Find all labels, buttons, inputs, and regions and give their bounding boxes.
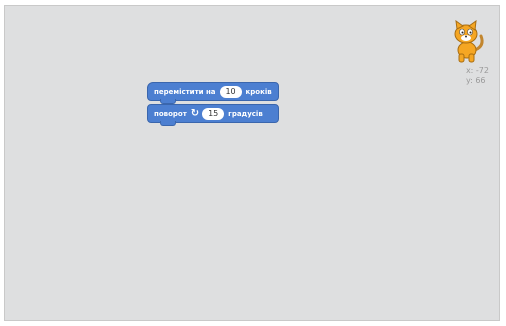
cat-sprite-icon[interactable] — [447, 19, 487, 64]
move-block-label: перемістити на — [154, 87, 216, 96]
x-value: -72 — [475, 66, 489, 75]
turn-right-icon: ↻ — [190, 107, 200, 119]
turn-degrees-block[interactable]: поворот ↻ 15 градусів — [147, 104, 279, 126]
script-stack[interactable]: перемістити на 10 кроків поворот ↻ 15 гр… — [147, 82, 279, 126]
y-label: y: — [465, 76, 473, 85]
turn-degrees-input[interactable]: 15 — [202, 107, 225, 120]
turn-block-suffix: градусів — [228, 109, 263, 118]
move-block-suffix: кроків — [245, 87, 272, 96]
sprite-coordinates: x: -72 y: 66 — [466, 66, 489, 86]
x-coordinate: x: -72 — [466, 66, 489, 76]
move-steps-input[interactable]: 10 — [219, 85, 242, 98]
scripts-area[interactable]: перемістити на 10 кроків поворот ↻ 15 гр… — [4, 5, 500, 321]
move-steps-block[interactable]: перемістити на 10 кроків — [147, 82, 279, 104]
y-value: 66 — [475, 76, 486, 85]
turn-block-label: поворот — [154, 109, 187, 118]
x-label: x: — [465, 66, 474, 75]
y-coordinate: y: 66 — [466, 76, 489, 86]
